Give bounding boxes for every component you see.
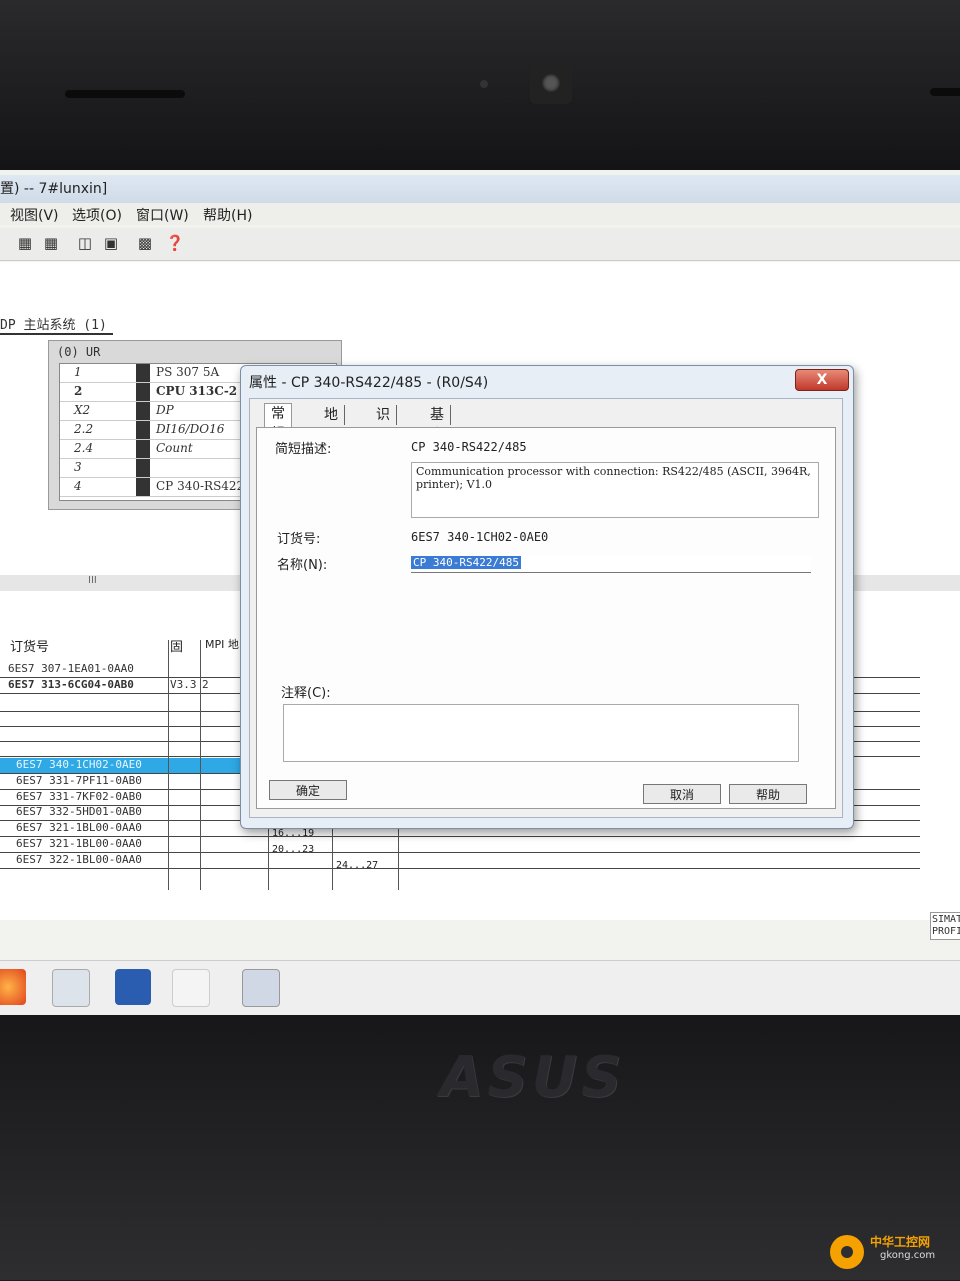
- module-name: PS 307 5A: [156, 365, 220, 379]
- station-icon[interactable]: ▦: [40, 232, 62, 254]
- firmware-cell: V3.3: [170, 678, 197, 691]
- table-row[interactable]: 6ES7 340-1CH02-0AE0: [0, 758, 250, 774]
- order-number-cell: 6ES7 340-1CH02-0AE0: [16, 758, 142, 771]
- module-name: Count: [156, 441, 193, 455]
- tab-basic-parameters[interactable]: 基本参数: [424, 405, 451, 483]
- brand-logo: ASUS: [440, 1045, 626, 1110]
- ok-button[interactable]: 确定: [269, 780, 347, 800]
- comment-textarea[interactable]: [283, 704, 799, 762]
- module-marker: [136, 402, 150, 420]
- table-row[interactable]: 6ES7 322-1BL00-0AA0: [0, 853, 920, 869]
- short-desc-label: 简短描述:: [275, 442, 332, 457]
- microphone-icon: [480, 80, 488, 88]
- column-divider: [168, 640, 169, 890]
- slot-number: 4: [74, 479, 82, 493]
- name-input[interactable]: CP 340-RS422/485: [411, 556, 811, 573]
- window-icon[interactable]: ▣: [100, 232, 122, 254]
- module-marker: [136, 383, 150, 401]
- order-number-cell: 6ES7 321-1BL00-0AA0: [16, 837, 142, 850]
- slot-number: X2: [74, 403, 91, 417]
- module-name: CPU 313C-2: [156, 384, 238, 398]
- column-header-firmware[interactable]: 固: [170, 636, 200, 656]
- help-icon[interactable]: ❓: [164, 232, 186, 254]
- watermark-url: gkong.com: [880, 1250, 936, 1261]
- dp-master-system-label[interactable]: DP 主站系统 (1): [0, 314, 113, 335]
- name-label: 名称(N):: [277, 558, 328, 573]
- order-number-cell: 6ES7 331-7KF02-0AB0: [16, 790, 142, 803]
- help-button[interactable]: 帮助: [729, 784, 807, 804]
- app-icon[interactable]: [172, 969, 210, 1007]
- comment-label: 注释(C):: [281, 686, 331, 701]
- column-divider: [200, 640, 201, 890]
- order-number-label: 订货号:: [277, 532, 321, 547]
- webcam-icon: [530, 62, 572, 104]
- dialog-body: 常规 地址 识别 基本参数 简短描述: CP 340-RS422/485 Com…: [249, 398, 843, 818]
- tab-general[interactable]: 常规: [264, 403, 292, 442]
- firefox-icon[interactable]: [0, 969, 26, 1005]
- taskbar: [0, 960, 960, 1015]
- app-icon[interactable]: [52, 969, 90, 1007]
- watermark-text: 中华工控网: [870, 1235, 931, 1249]
- module-marker: [136, 364, 150, 382]
- network-icon[interactable]: ▩: [134, 232, 156, 254]
- properties-dialog: 属性 - CP 340-RS422/485 - (R0/S4) X 常规 地址 …: [240, 365, 854, 829]
- menu-help[interactable]: 帮助(H): [203, 205, 252, 225]
- menu-options[interactable]: 选项(O): [72, 205, 122, 225]
- order-number-cell: 6ES7 322-1BL00-0AA0: [16, 853, 142, 866]
- order-number-cell: 6ES7 307-1EA01-0AA0: [8, 662, 134, 675]
- mpi-address-cell: 2: [202, 678, 209, 691]
- dialog-title: 属性 - CP 340-RS422/485 - (R0/S4): [249, 375, 489, 391]
- order-number-cell: 6ES7 321-1BL00-0AA0: [16, 821, 142, 834]
- order-number-value: 6ES7 340-1CH02-0AE0: [411, 530, 549, 544]
- order-number-cell: 6ES7 331-7PF11-0AB0: [16, 774, 142, 787]
- speaker-grille: [930, 88, 960, 96]
- menu-window[interactable]: 窗口(W): [136, 205, 189, 225]
- gear-icon: [830, 1235, 864, 1269]
- slot-number: 1: [74, 365, 82, 379]
- side-panel-label: SIMAT PROFI: [930, 912, 960, 940]
- slot-number: 2.4: [74, 441, 94, 455]
- module-marker: [136, 440, 150, 458]
- rack-title: (0) UR: [57, 345, 101, 359]
- table-row[interactable]: 6ES7 321-1BL00-0AA0: [0, 837, 920, 853]
- address-value: 20...23: [272, 844, 315, 855]
- short-desc-value: CP 340-RS422/485: [411, 440, 527, 454]
- slot-number: 3: [74, 460, 82, 474]
- laptop-bezel-bottom: ASUS 中华工控网 gkong.com: [0, 1015, 960, 1280]
- slot-number: 2.2: [74, 422, 94, 436]
- module-name: CP 340-RS422: [156, 479, 245, 493]
- watermark: 中华工控网 gkong.com: [830, 1233, 950, 1281]
- simatic-icon[interactable]: [242, 969, 280, 1007]
- catalog-icon[interactable]: ◫: [74, 232, 96, 254]
- tab-address[interactable]: 地址: [318, 405, 345, 443]
- module-name: DI16/DO16: [156, 422, 225, 436]
- menu-view[interactable]: 视图(V): [10, 205, 59, 225]
- description-text[interactable]: Communication processor with connection:…: [411, 462, 819, 518]
- laptop-bezel-top: [0, 0, 960, 170]
- order-number-cell: 6ES7 332-5HD01-0AB0: [16, 805, 142, 818]
- unlock-icon[interactable]: [115, 969, 151, 1005]
- toolbar: ▦ ▦ ◫ ▣ ▩ ❓: [0, 228, 960, 261]
- address-value: 16...19: [272, 828, 315, 839]
- window-title: 置) -- 7#lunxin]: [0, 175, 960, 203]
- module-marker: [136, 459, 150, 477]
- tab-identification[interactable]: 识别: [370, 405, 397, 443]
- module-marker: [136, 421, 150, 439]
- name-input-text: CP 340-RS422/485: [411, 556, 521, 569]
- module-name: DP: [156, 403, 174, 417]
- menu-bar: 视图(V) 选项(O) 窗口(W) 帮助(H): [0, 203, 960, 225]
- address-value: 24...27: [336, 860, 379, 871]
- slot-number: 2: [74, 384, 83, 398]
- speaker-grille: [65, 90, 185, 98]
- screen: 置) -- 7#lunxin] 视图(V) 选项(O) 窗口(W) 帮助(H) …: [0, 170, 960, 1015]
- module-marker: [136, 478, 150, 496]
- close-button[interactable]: X: [795, 369, 849, 391]
- tab-panel-general: 简短描述: CP 340-RS422/485 Communication pro…: [256, 427, 836, 809]
- scrollbar-grip[interactable]: III: [88, 575, 97, 586]
- order-number-cell: 6ES7 313-6CG04-0AB0: [8, 678, 134, 691]
- cancel-button[interactable]: 取消: [643, 784, 721, 804]
- station-icon[interactable]: ▦: [14, 232, 36, 254]
